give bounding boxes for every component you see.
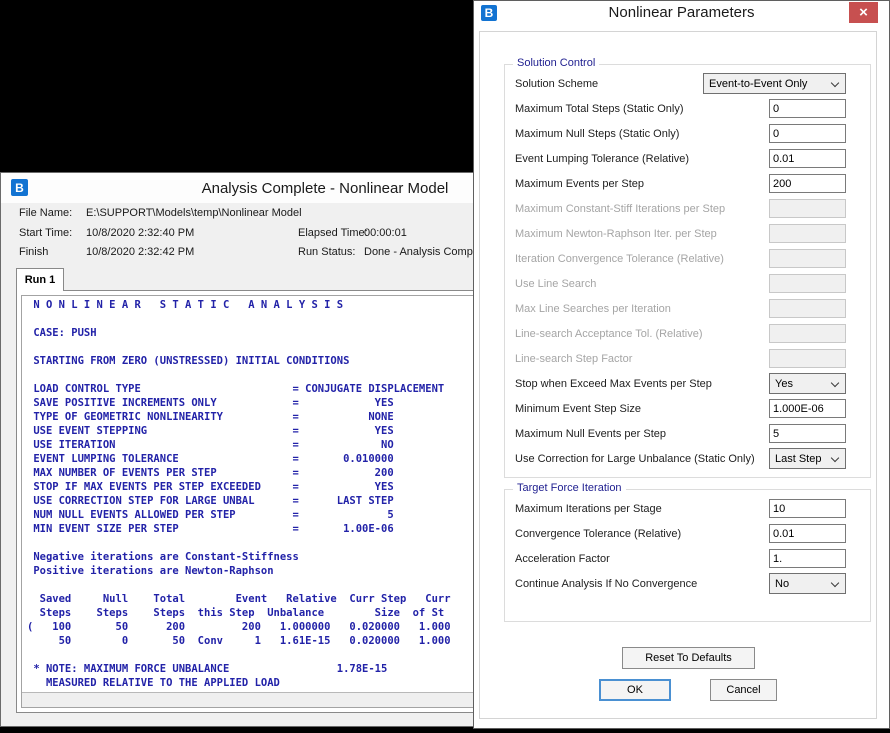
max-events-per-step-input[interactable] bbox=[769, 174, 846, 193]
chevron-down-icon bbox=[830, 453, 840, 463]
row-max-null-steps: Maximum Null Steps (Static Only) bbox=[505, 121, 870, 146]
max-line-searches-input bbox=[769, 299, 846, 318]
row-minimum-event-step-size: Minimum Event Step Size bbox=[505, 396, 870, 421]
max-constant-stiff-iterations-label: Maximum Constant-Stiff Iterations per St… bbox=[515, 202, 726, 215]
row-max-constant-stiff-iterations: Maximum Constant-Stiff Iterations per St… bbox=[505, 196, 870, 221]
stop-when-exceed-max-events-label: Stop when Exceed Max Events per Step bbox=[515, 377, 712, 390]
line-search-step-factor-input bbox=[769, 349, 846, 368]
stop-when-exceed-max-events-combobox[interactable]: Yes bbox=[769, 373, 846, 394]
chevron-down-icon bbox=[830, 78, 840, 88]
max-null-events-per-step-label: Maximum Null Events per Step bbox=[515, 427, 666, 440]
target-force-iteration-group: Target Force Iteration Maximum Iteration… bbox=[504, 482, 871, 622]
analysis-output-text: N O N L I N E A R S T A T I C A N A L Y … bbox=[27, 299, 451, 689]
continue-if-no-convergence-label: Continue Analysis If No Convergence bbox=[515, 577, 698, 590]
row-max-line-searches: Max Line Searches per Iteration bbox=[505, 296, 870, 321]
row-max-newton-raphson-iterations: Maximum Newton-Raphson Iter. per Step bbox=[505, 221, 870, 246]
solution-scheme-combobox[interactable]: Event-to-Event Only bbox=[703, 73, 846, 94]
elapsed-time-label: Elapsed Time: bbox=[298, 227, 368, 239]
max-total-steps-input[interactable] bbox=[769, 99, 846, 118]
convergence-tolerance-input[interactable] bbox=[769, 524, 846, 543]
acceleration-factor-input[interactable] bbox=[769, 549, 846, 568]
dialog-title: Nonlinear Parameters bbox=[608, 4, 755, 21]
row-iteration-convergence-tolerance: Iteration Convergence Tolerance (Relativ… bbox=[505, 246, 870, 271]
acceleration-factor-label: Acceleration Factor bbox=[515, 552, 610, 565]
max-constant-stiff-iterations-input bbox=[769, 199, 846, 218]
max-null-steps-label: Maximum Null Steps (Static Only) bbox=[515, 127, 680, 140]
ok-button[interactable]: OK bbox=[599, 679, 671, 701]
convergence-tolerance-label: Convergence Tolerance (Relative) bbox=[515, 527, 682, 540]
reset-to-defaults-button[interactable]: Reset To Defaults bbox=[622, 647, 755, 669]
nonlinear-parameters-dialog: B Nonlinear Parameters × Solution Contro… bbox=[473, 0, 890, 729]
close-icon: × bbox=[859, 4, 868, 21]
max-null-events-per-step-input[interactable] bbox=[769, 424, 846, 443]
file-name-value: E:\SUPPORT\Models\temp\Nonlinear Model bbox=[86, 207, 302, 219]
minimum-event-step-size-input[interactable] bbox=[769, 399, 846, 418]
max-newton-raphson-iterations-label: Maximum Newton-Raphson Iter. per Step bbox=[515, 227, 717, 240]
row-max-null-events-per-step: Maximum Null Events per Step bbox=[505, 421, 870, 446]
run-status-value: Done - Analysis Complete bbox=[364, 246, 491, 258]
event-lumping-tolerance-input[interactable] bbox=[769, 149, 846, 168]
row-line-search-step-factor: Line-search Step Factor bbox=[505, 346, 870, 371]
use-correction-large-unbalance-combobox[interactable]: Last Step bbox=[769, 448, 846, 469]
max-newton-raphson-iterations-input bbox=[769, 224, 846, 243]
row-max-iterations-per-stage: Maximum Iterations per Stage bbox=[505, 496, 870, 521]
finish-time-value: 10/8/2020 2:32:42 PM bbox=[86, 246, 195, 258]
file-name-label: File Name: bbox=[19, 207, 73, 219]
line-search-step-factor-label: Line-search Step Factor bbox=[515, 352, 633, 365]
row-use-correction-large-unbalance: Use Correction for Large Unbalance (Stat… bbox=[505, 446, 870, 471]
use-line-search-label: Use Line Search bbox=[515, 277, 597, 290]
row-acceleration-factor: Acceleration Factor bbox=[505, 546, 870, 571]
row-max-total-steps: Maximum Total Steps (Static Only) bbox=[505, 96, 870, 121]
max-total-steps-label: Maximum Total Steps (Static Only) bbox=[515, 102, 684, 115]
dialog-content-panel: Solution Control Solution Scheme Event-t… bbox=[479, 31, 877, 719]
row-solution-scheme: Solution Scheme Event-to-Event Only bbox=[505, 71, 870, 96]
stop-when-exceed-max-events-value: Yes bbox=[775, 377, 793, 390]
minimum-event-step-size-label: Minimum Event Step Size bbox=[515, 402, 641, 415]
max-line-searches-label: Max Line Searches per Iteration bbox=[515, 302, 671, 315]
row-use-line-search: Use Line Search bbox=[505, 271, 870, 296]
row-stop-when-exceed-max-events: Stop when Exceed Max Events per Step Yes bbox=[505, 371, 870, 396]
max-null-steps-input[interactable] bbox=[769, 124, 846, 143]
close-button[interactable]: × bbox=[849, 2, 878, 23]
solution-control-group: Solution Control Solution Scheme Event-t… bbox=[504, 57, 871, 478]
continue-if-no-convergence-combobox[interactable]: No bbox=[769, 573, 846, 594]
elapsed-time-value: 00:00:01 bbox=[364, 227, 407, 239]
row-line-search-acceptance-tol: Line-search Acceptance Tol. (Relative) bbox=[505, 321, 870, 346]
line-search-acceptance-tol-label: Line-search Acceptance Tol. (Relative) bbox=[515, 327, 703, 340]
target-force-iteration-group-title: Target Force Iteration bbox=[513, 482, 626, 494]
use-correction-large-unbalance-value: Last Step bbox=[775, 452, 822, 465]
max-iterations-per-stage-label: Maximum Iterations per Stage bbox=[515, 502, 662, 515]
use-correction-large-unbalance-label: Use Correction for Large Unbalance (Stat… bbox=[515, 452, 755, 465]
start-time-value: 10/8/2020 2:32:40 PM bbox=[86, 227, 195, 239]
chevron-down-icon bbox=[830, 378, 840, 388]
chevron-down-icon bbox=[830, 578, 840, 588]
iteration-convergence-tolerance-input bbox=[769, 249, 846, 268]
solution-control-group-title: Solution Control bbox=[513, 57, 600, 69]
max-iterations-per-stage-input[interactable] bbox=[769, 499, 846, 518]
tab-run-1[interactable]: Run 1 bbox=[16, 268, 64, 291]
run-status-label: Run Status: bbox=[298, 246, 356, 258]
row-max-events-per-step: Maximum Events per Step bbox=[505, 171, 870, 196]
max-events-per-step-label: Maximum Events per Step bbox=[515, 177, 644, 190]
iteration-convergence-tolerance-label: Iteration Convergence Tolerance (Relativ… bbox=[515, 252, 724, 265]
finish-label: Finish bbox=[19, 246, 49, 258]
event-lumping-tolerance-label: Event Lumping Tolerance (Relative) bbox=[515, 152, 690, 165]
start-time-label: Start Time: bbox=[19, 227, 73, 239]
dialog-titlebar[interactable]: B Nonlinear Parameters × bbox=[474, 1, 889, 25]
solution-scheme-label: Solution Scheme bbox=[515, 77, 599, 90]
row-convergence-tolerance: Convergence Tolerance (Relative) bbox=[505, 521, 870, 546]
use-line-search-input bbox=[769, 274, 846, 293]
row-continue-if-no-convergence: Continue Analysis If No Convergence No bbox=[505, 571, 870, 596]
solution-scheme-value: Event-to-Event Only bbox=[709, 77, 808, 90]
row-event-lumping-tolerance: Event Lumping Tolerance (Relative) bbox=[505, 146, 870, 171]
line-search-acceptance-tol-input bbox=[769, 324, 846, 343]
continue-if-no-convergence-value: No bbox=[775, 577, 790, 590]
cancel-button[interactable]: Cancel bbox=[710, 679, 777, 701]
